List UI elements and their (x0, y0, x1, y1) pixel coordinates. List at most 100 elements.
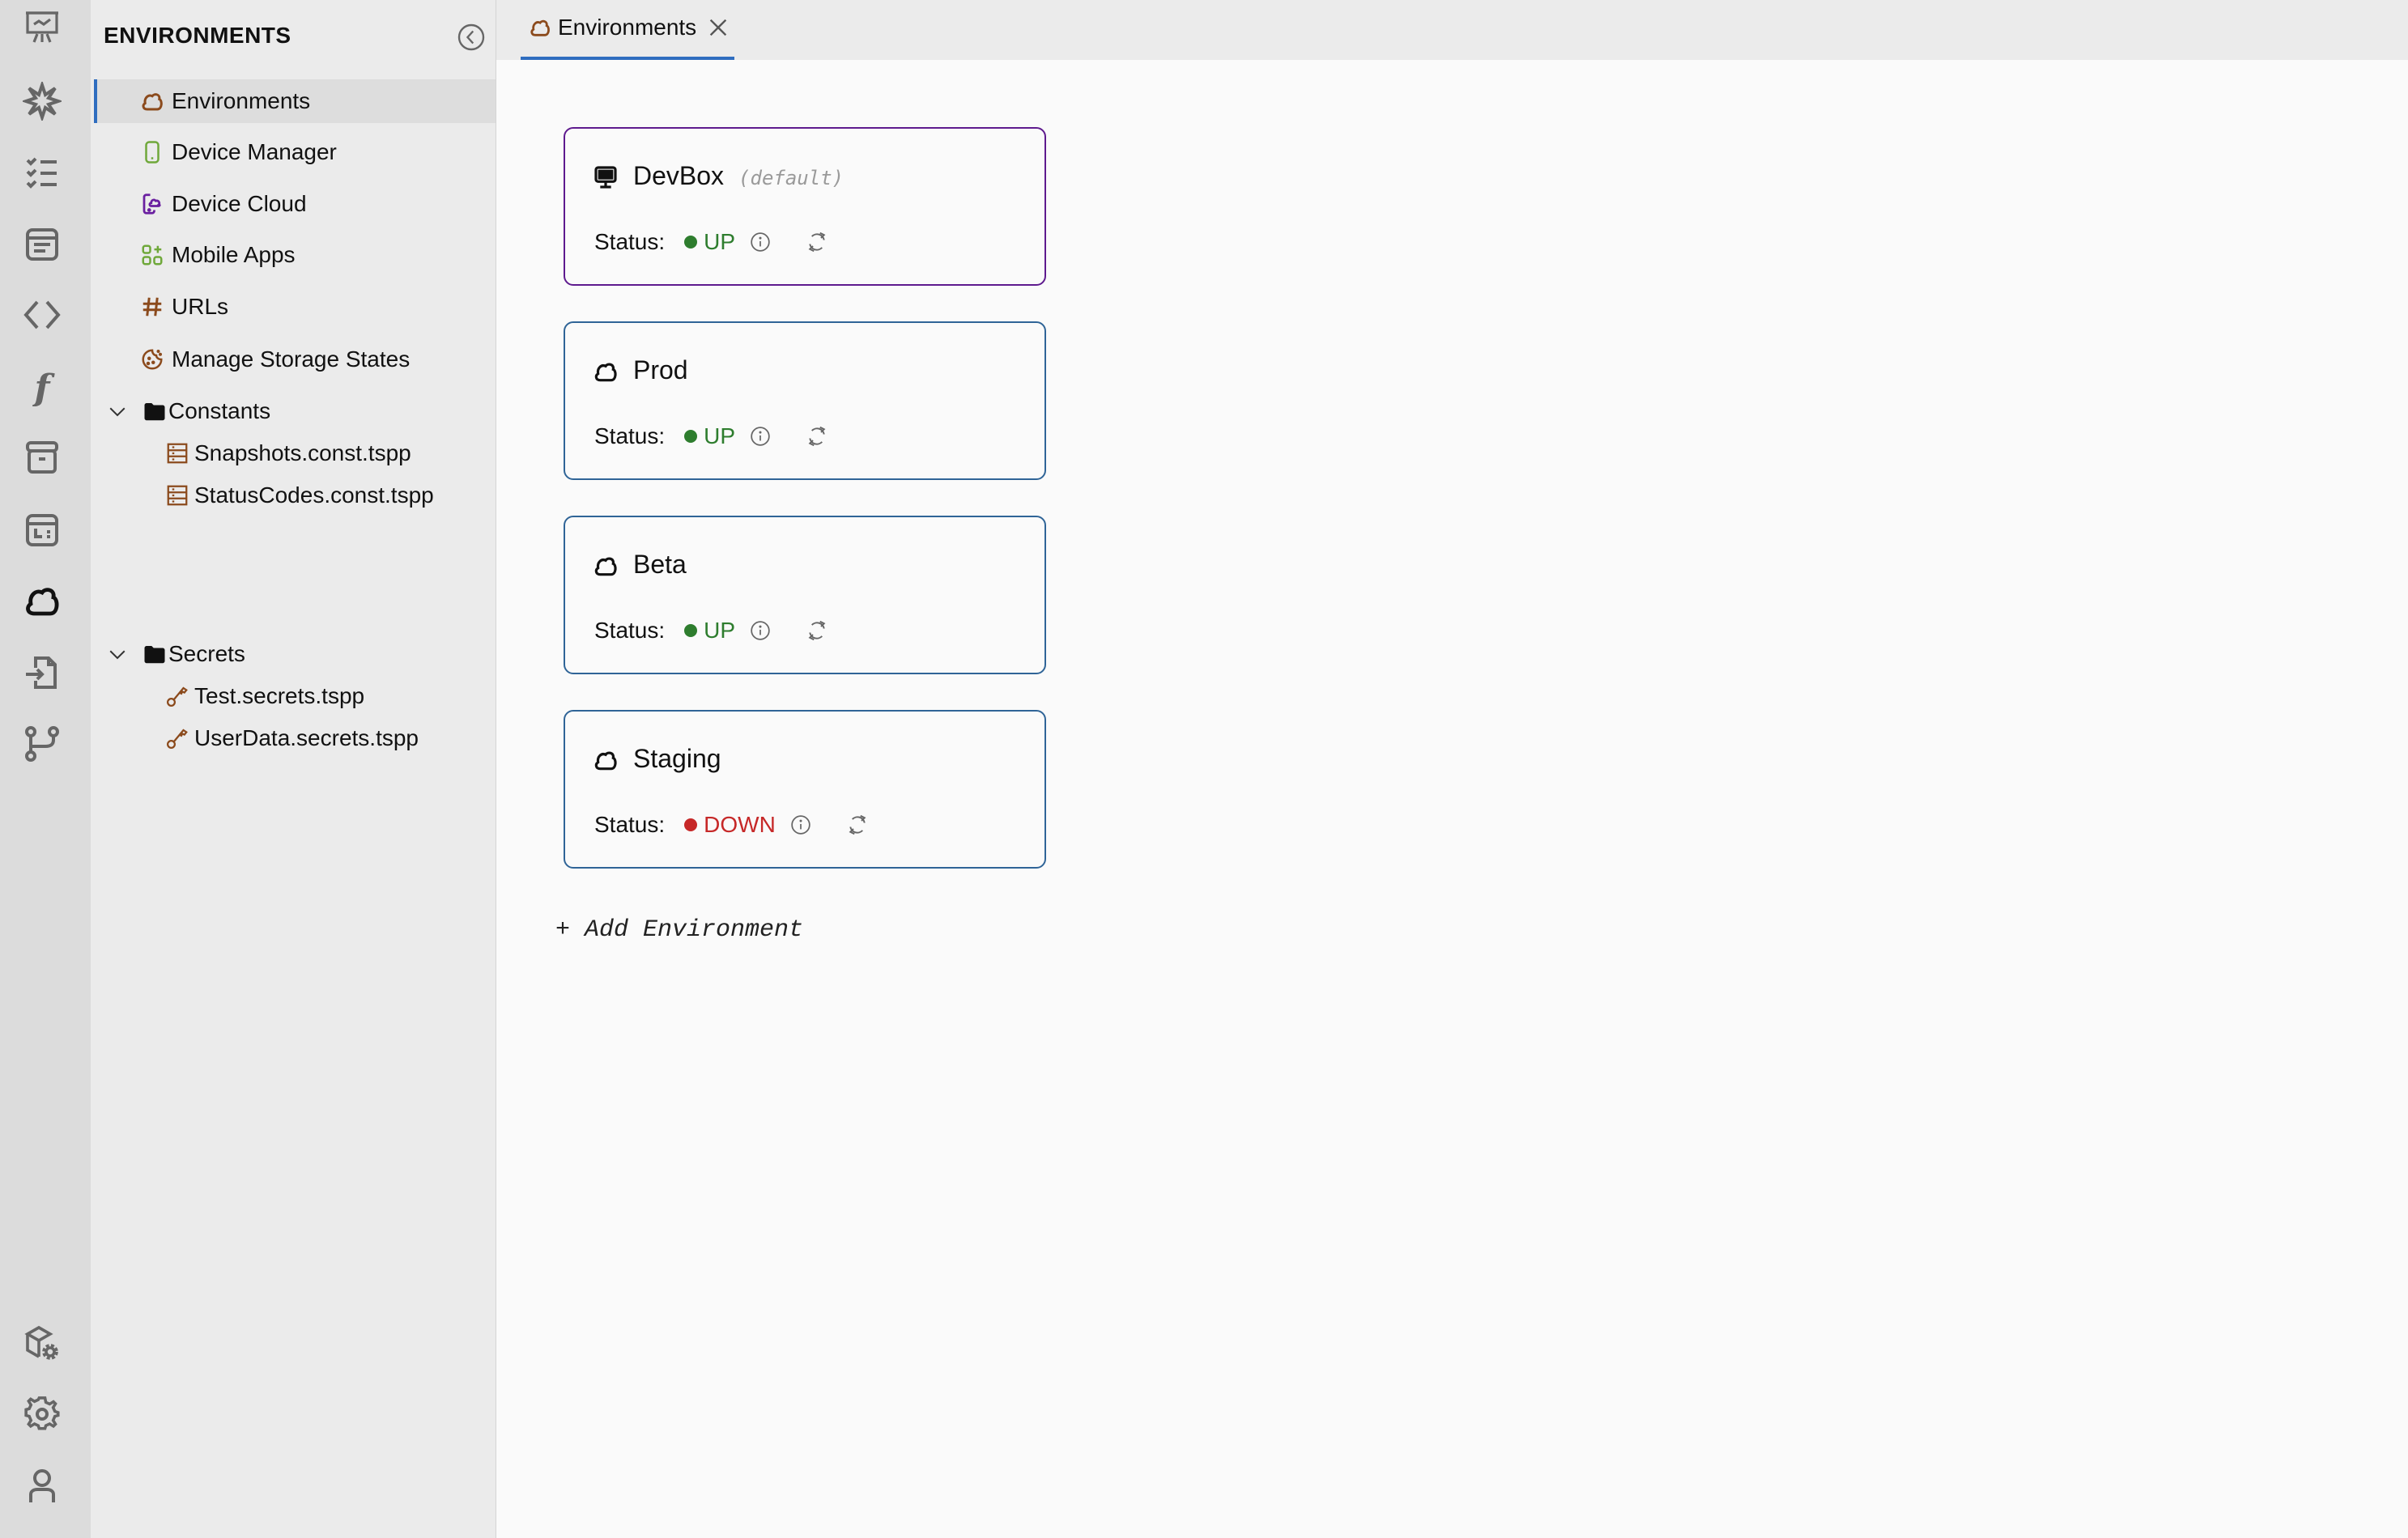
sidebar-item-manage-storage-states[interactable]: Manage Storage States (94, 338, 496, 381)
info-icon[interactable] (750, 620, 771, 641)
chevron-down-icon[interactable] (105, 642, 130, 666)
sparkle-icon[interactable] (21, 80, 63, 122)
table-icon (167, 485, 188, 506)
sidebar-item-label: Manage Storage States (172, 346, 411, 372)
cloud-icon[interactable] (21, 580, 63, 622)
refresh-icon[interactable] (805, 230, 829, 254)
sidebar-item-label: Mobile Apps (172, 242, 296, 267)
sidebar-item-label: Device Manager (172, 139, 337, 164)
folder-constants[interactable]: Constants (94, 392, 496, 431)
file-userdata-secrets[interactable]: UserData.secrets.tspp (94, 719, 496, 758)
file-statuscodes-const[interactable]: StatusCodes.const.tspp (94, 476, 496, 515)
function-icon[interactable]: f (21, 366, 63, 408)
tab-environments[interactable]: Environments (509, 0, 734, 60)
calendar-card-icon[interactable] (21, 509, 63, 551)
file-label: UserData.secrets.tspp (194, 725, 419, 750)
cloud-icon (530, 19, 550, 36)
status-label: Status: (594, 812, 666, 837)
env-name: Staging (633, 744, 721, 773)
cloud-icon (594, 751, 617, 771)
mobile-phone-icon (139, 139, 165, 165)
status-label: Status: (594, 229, 666, 254)
sidebar-item-urls[interactable]: URLs (94, 285, 496, 329)
status-value: UP (704, 423, 736, 448)
refresh-icon[interactable] (805, 424, 829, 448)
sidebar-title: ENVIRONMENTS (104, 23, 291, 48)
chevron-down-icon[interactable] (105, 399, 130, 423)
info-icon[interactable] (790, 814, 811, 835)
status-dot (684, 236, 698, 249)
status-row: Status: UP (594, 227, 829, 257)
folder-secrets[interactable]: Secrets (94, 635, 496, 673)
cloud-icon (594, 363, 617, 382)
env-name: Prod (633, 355, 688, 384)
refresh-icon[interactable] (805, 618, 829, 643)
sidebar-item-label: URLs (172, 294, 229, 319)
svg-text:f: f (32, 368, 56, 406)
env-card-prod[interactable]: Prod Status: UP (564, 321, 1046, 480)
activity-bar: f (0, 0, 91, 1538)
table-icon (167, 443, 188, 464)
folder-icon (144, 646, 165, 664)
device-cloud-icon (139, 191, 165, 217)
chevron-left-circle-icon (457, 23, 485, 51)
file-label: Test.secrets.tspp (194, 683, 365, 708)
user-icon[interactable] (21, 1465, 63, 1507)
sidebar-item-device-manager[interactable]: Device Manager (94, 130, 496, 174)
status-label: Status: (594, 423, 666, 448)
env-name: Beta (633, 550, 687, 579)
archive-box-icon[interactable] (21, 436, 63, 478)
info-icon[interactable] (750, 426, 771, 447)
tab-bar: Environments (496, 0, 2408, 60)
browser-window-icon[interactable] (21, 223, 63, 266)
code-brackets-icon[interactable] (21, 294, 63, 336)
cookie-icon (139, 346, 165, 372)
add-environment-button[interactable]: + Add Environment (555, 916, 803, 944)
file-test-secrets[interactable]: Test.secrets.tspp (94, 677, 496, 716)
git-branch-icon[interactable] (21, 722, 63, 764)
key-icon (167, 686, 188, 707)
status-row: Status: UP (594, 616, 829, 645)
status-row: Status: UP (594, 422, 829, 451)
tab-label: Environments (558, 15, 697, 40)
status-row: Status: DOWN (594, 810, 870, 839)
status-dot (684, 624, 698, 637)
package-settings-icon[interactable] (21, 1323, 63, 1365)
key-icon (167, 729, 188, 749)
info-icon[interactable] (750, 232, 771, 253)
status-value: UP (704, 618, 736, 643)
cloud-icon (594, 557, 617, 576)
folder-label: Constants (168, 398, 271, 423)
monitor-icon (594, 166, 617, 189)
apps-grid-icon (139, 242, 165, 268)
cloud-icon (139, 88, 165, 114)
collapse-sidebar-button[interactable] (457, 23, 486, 52)
status-dot (684, 818, 698, 831)
hash-icon (139, 294, 165, 320)
sidebar-item-mobile-apps[interactable]: Mobile Apps (94, 233, 496, 277)
status-dot (684, 430, 698, 443)
checklist-icon[interactable] (21, 151, 63, 193)
file-label: Snapshots.const.tspp (194, 440, 411, 465)
folder-icon (144, 403, 165, 421)
file-snapshots-const[interactable]: Snapshots.const.tspp (94, 434, 496, 473)
sidebar-item-environments[interactable]: Environments (94, 79, 496, 123)
status-value: UP (704, 229, 736, 254)
gear-icon[interactable] (21, 1393, 63, 1435)
env-name: DevBox (633, 161, 725, 190)
presentation-chart-icon[interactable] (21, 6, 63, 49)
status-label: Status: (594, 618, 666, 643)
sidebar-item-device-cloud[interactable]: Device Cloud (94, 182, 496, 226)
sidebar: ENVIRONMENTS Environments Device Manager… (91, 0, 496, 1538)
folder-label: Secrets (168, 641, 245, 666)
sidebar-item-label: Device Cloud (172, 191, 307, 216)
status-value: DOWN (704, 812, 776, 837)
file-label: StatusCodes.const.tspp (194, 482, 434, 508)
file-import-icon[interactable] (21, 652, 63, 694)
env-card-beta[interactable]: Beta Status: UP (564, 516, 1046, 674)
refresh-icon[interactable] (845, 813, 870, 837)
sidebar-item-label: Environments (172, 88, 311, 113)
env-card-devbox[interactable]: DevBox (default) Status: UP (564, 127, 1046, 286)
env-card-staging[interactable]: Staging Status: DOWN (564, 710, 1046, 869)
close-icon[interactable] (705, 15, 731, 40)
